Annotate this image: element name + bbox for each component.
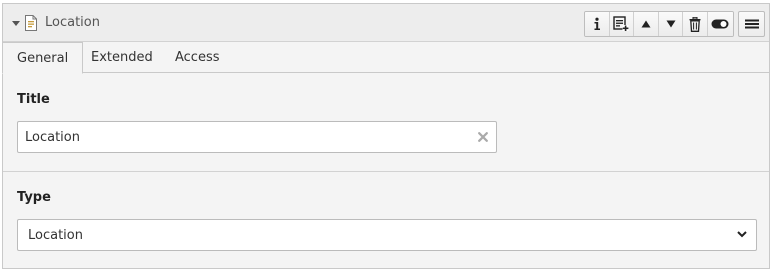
move-up-button[interactable] bbox=[634, 12, 659, 36]
toggle-visibility-button[interactable] bbox=[707, 12, 733, 36]
x-icon bbox=[478, 132, 488, 142]
panel-title: Location bbox=[45, 15, 100, 30]
arrow-down-icon bbox=[666, 20, 676, 28]
type-label: Type bbox=[17, 190, 51, 205]
type-select[interactable]: Location bbox=[17, 219, 757, 251]
tab-extended[interactable]: Extended bbox=[77, 42, 167, 73]
menu-button[interactable] bbox=[738, 11, 765, 37]
chevron-down-icon bbox=[737, 231, 747, 238]
title-field-section: Title bbox=[3, 74, 769, 172]
clear-icon[interactable] bbox=[476, 130, 490, 144]
arrow-up-icon bbox=[641, 20, 651, 28]
collapse-caret-icon[interactable] bbox=[12, 21, 20, 26]
tab-general[interactable]: General bbox=[2, 42, 84, 74]
new-record-button[interactable] bbox=[609, 12, 635, 36]
info-icon bbox=[594, 17, 600, 30]
tab-bar: General Extended Access bbox=[2, 42, 769, 74]
title-label: Title bbox=[17, 92, 50, 107]
delete-button[interactable] bbox=[683, 12, 708, 36]
info-button[interactable] bbox=[585, 12, 610, 36]
content-element-panel: Location General Extended Access Title L… bbox=[2, 3, 770, 269]
hamburger-menu-icon bbox=[744, 19, 759, 29]
record-toolbar bbox=[584, 11, 734, 37]
type-field-section: Type Location bbox=[3, 172, 769, 269]
tab-access[interactable]: Access bbox=[161, 42, 234, 73]
title-input[interactable] bbox=[18, 122, 458, 152]
trash-icon bbox=[689, 16, 701, 32]
document-icon bbox=[25, 15, 37, 31]
type-select-value: Location bbox=[28, 228, 83, 243]
move-down-button[interactable] bbox=[658, 12, 684, 36]
toggle-icon bbox=[711, 19, 729, 29]
panel-header: Location bbox=[3, 4, 769, 42]
title-field bbox=[17, 121, 497, 153]
new-record-icon bbox=[613, 16, 629, 31]
